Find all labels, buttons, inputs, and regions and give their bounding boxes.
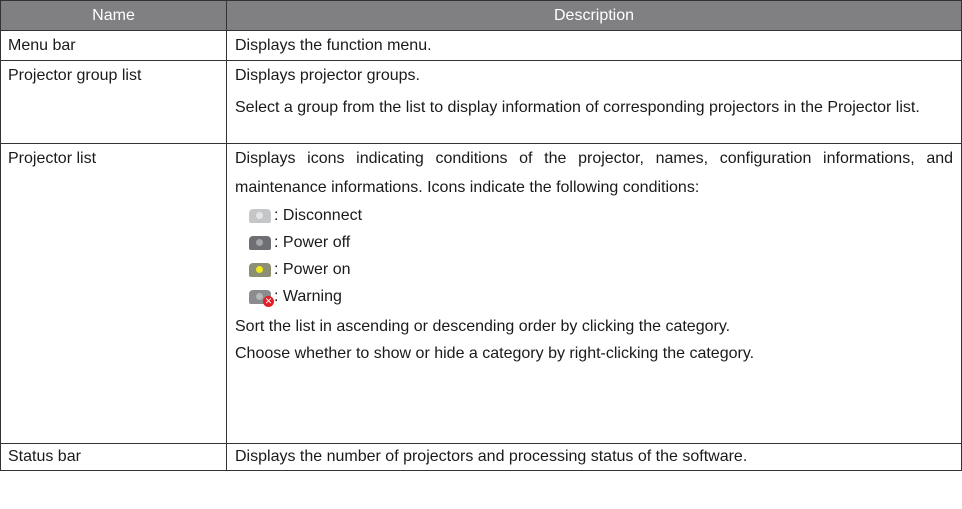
description-line: Choose whether to show or hide a categor…	[235, 345, 755, 362]
description-line: Displays projector groups.	[235, 67, 420, 84]
condition-power-off: : Power off	[235, 229, 953, 256]
projector-power-on-icon	[249, 262, 271, 277]
table-row: Status bar Displays the number of projec…	[0, 443, 962, 471]
description-line: conditions:	[622, 179, 700, 196]
sort-instructions: Sort the list in ascending or descending…	[235, 313, 953, 367]
row-description-status-bar: Displays the number of projectors and pr…	[226, 443, 962, 471]
condition-label: : Power on	[274, 260, 351, 278]
condition-warning: ✕ : Warning	[235, 283, 953, 310]
condition-label: : Disconnect	[274, 206, 363, 224]
row-name-text: Status bar	[8, 448, 81, 465]
row-description-projector-list: Displays icons indicating conditions of …	[226, 143, 962, 444]
row-name-text: Projector list	[8, 150, 97, 167]
projector-power-off-icon	[249, 235, 271, 250]
description-line: projectors in the Projector list.	[709, 99, 920, 116]
projector-warning-icon: ✕	[249, 289, 274, 307]
row-name-projector-list: Projector list	[0, 143, 227, 444]
row-name-status-bar: Status bar	[0, 443, 227, 471]
name-column-header: Name	[0, 0, 227, 31]
row-description-projector-group-list: Displays projector groups. Select a grou…	[226, 60, 962, 144]
description-line: Displays icons indicating conditions of …	[235, 150, 812, 167]
row-name-projector-group-list: Projector group list	[0, 60, 227, 144]
table-header: Name Description	[0, 0, 962, 31]
description-paragraph: Displays icons indicating conditions of …	[235, 144, 953, 202]
table-row: Projector list Displays icons indicating…	[0, 143, 962, 444]
description-line: Select a group from the list to display …	[235, 99, 705, 116]
row-name-menu-bar: Menu bar	[0, 30, 227, 61]
description-line: Displays the function menu.	[235, 37, 432, 54]
projector-disconnect-icon	[249, 208, 271, 223]
condition-power-on: : Power on	[235, 256, 953, 283]
table-row: Projector group list Displays projector …	[0, 60, 962, 144]
condition-label: : Power off	[274, 233, 351, 251]
table-row: Menu bar Displays the function menu.	[0, 30, 962, 61]
warning-badge-icon: ✕	[263, 295, 274, 307]
description-column-header: Description	[226, 0, 962, 31]
description-line: Displays the number of projectors and pr…	[235, 448, 748, 465]
description-table: Name Description Menu bar Displays the f…	[0, 0, 962, 471]
row-name-text: Projector group list	[8, 67, 142, 84]
row-description-menu-bar: Displays the function menu.	[226, 30, 962, 61]
row-name-text: Menu bar	[8, 37, 76, 54]
condition-label: : Warning	[274, 287, 342, 305]
description-line: Sort the list in ascending or descending…	[235, 318, 731, 335]
header-row: Name Description	[0, 0, 962, 31]
description-paragraph: Select a group from the list to display …	[235, 94, 953, 121]
condition-disconnect: : Disconnect	[235, 202, 953, 229]
